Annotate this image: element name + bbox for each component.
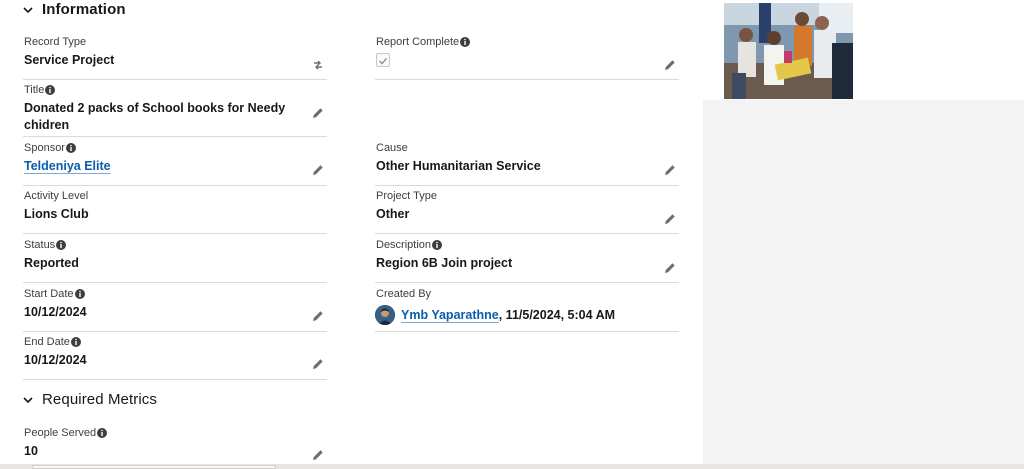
info-icon[interactable] (97, 428, 108, 438)
field-value: 10/12/2024 (24, 353, 87, 367)
photo-card (703, 0, 1024, 100)
pencil-icon[interactable] (311, 106, 325, 120)
info-icon[interactable] (432, 240, 443, 250)
pencil-icon[interactable] (663, 163, 677, 177)
field-status: Status Reported (23, 238, 327, 283)
field-label: Record Type (24, 36, 87, 48)
info-icon[interactable] (56, 240, 67, 250)
field-label: Project Type (376, 190, 437, 202)
info-icon[interactable] (65, 143, 76, 153)
field-value: Reported (24, 256, 79, 270)
field-value: 10/12/2024 (24, 305, 87, 319)
chevron-down-icon (23, 396, 33, 403)
pencil-icon[interactable] (311, 357, 325, 371)
chevron-down-icon (23, 6, 33, 13)
field-value-line-2: chidren (24, 118, 70, 132)
created-timestamp: , 11/5/2024, 5:04 AM (498, 308, 616, 322)
pencil-icon[interactable] (663, 261, 677, 275)
field-title: Title Donated 2 packs of School books fo… (23, 83, 327, 137)
info-icon[interactable] (45, 85, 56, 95)
field-label: Start Date (24, 288, 74, 300)
created-by-user-link[interactable]: Ymb Yaparathne (401, 308, 499, 322)
field-label: Activity Level (24, 190, 89, 202)
pencil-icon[interactable] (663, 58, 677, 72)
field-project-type: Project Type Other (375, 189, 679, 234)
pencil-icon[interactable] (663, 212, 677, 226)
field-label: Title (24, 84, 45, 96)
section-header-information[interactable]: Information (22, 1, 126, 18)
swap-icon[interactable] (311, 58, 325, 72)
field-sponsor: Sponsor Teldeniya Elite (23, 141, 327, 186)
project-photo[interactable] (724, 3, 853, 99)
horizontal-scrollbar[interactable] (0, 464, 1024, 469)
field-label: Report Complete (376, 36, 460, 48)
field-label: Cause (376, 142, 408, 154)
field-report-complete: Report Complete (375, 35, 679, 80)
info-icon[interactable] (70, 337, 81, 347)
checkmark-icon (379, 58, 387, 65)
field-value: Other (376, 207, 410, 221)
field-label: Description (376, 239, 432, 251)
user-avatar-icon (375, 305, 395, 325)
section-title: Information (42, 1, 126, 18)
field-label: People Served (24, 427, 97, 439)
side-panel (703, 0, 1024, 469)
info-icon[interactable] (74, 289, 85, 299)
field-label: Sponsor (24, 142, 65, 154)
pencil-icon[interactable] (311, 309, 325, 323)
field-value: Region 6B Join project (376, 256, 513, 270)
field-value: Service Project (24, 53, 115, 67)
avatar[interactable] (375, 305, 395, 325)
section-header-required-metrics[interactable]: Required Metrics (22, 391, 157, 408)
info-icon[interactable] (460, 37, 471, 47)
photo-image (724, 3, 853, 99)
field-start-date: Start Date 10/12/2024 (23, 287, 327, 332)
scrollbar-thumb[interactable] (32, 465, 276, 469)
field-cause: Cause Other Humanitarian Service (375, 141, 679, 186)
field-description: Description Region 6B Join project (375, 238, 679, 283)
sponsor-link[interactable]: Teldeniya Elite (24, 158, 111, 175)
pencil-icon[interactable] (311, 163, 325, 177)
field-record-type: Record Type Service Project (23, 35, 327, 80)
field-people-served: People Served 10 (23, 426, 327, 469)
field-value: Other Humanitarian Service (376, 159, 541, 173)
field-value: Lions Club (24, 207, 89, 221)
field-label: Created By (376, 288, 432, 300)
field-label: Status (24, 239, 56, 251)
field-label: End Date (24, 336, 70, 348)
report-complete-checkbox[interactable] (376, 53, 390, 67)
section-title: Required Metrics (42, 391, 157, 408)
field-end-date: End Date 10/12/2024 (23, 335, 327, 380)
pencil-icon[interactable] (311, 448, 325, 462)
field-created-by: Created By Ymb Yaparathne, 11/5/2024, 5:… (375, 287, 679, 332)
field-value: 10 (24, 444, 38, 458)
record-detail-panel: Information Record Type Service Project … (0, 0, 703, 469)
field-value-line-1: Donated 2 packs of School books for Need… (24, 101, 286, 115)
field-activity-level: Activity Level Lions Club (23, 189, 327, 234)
